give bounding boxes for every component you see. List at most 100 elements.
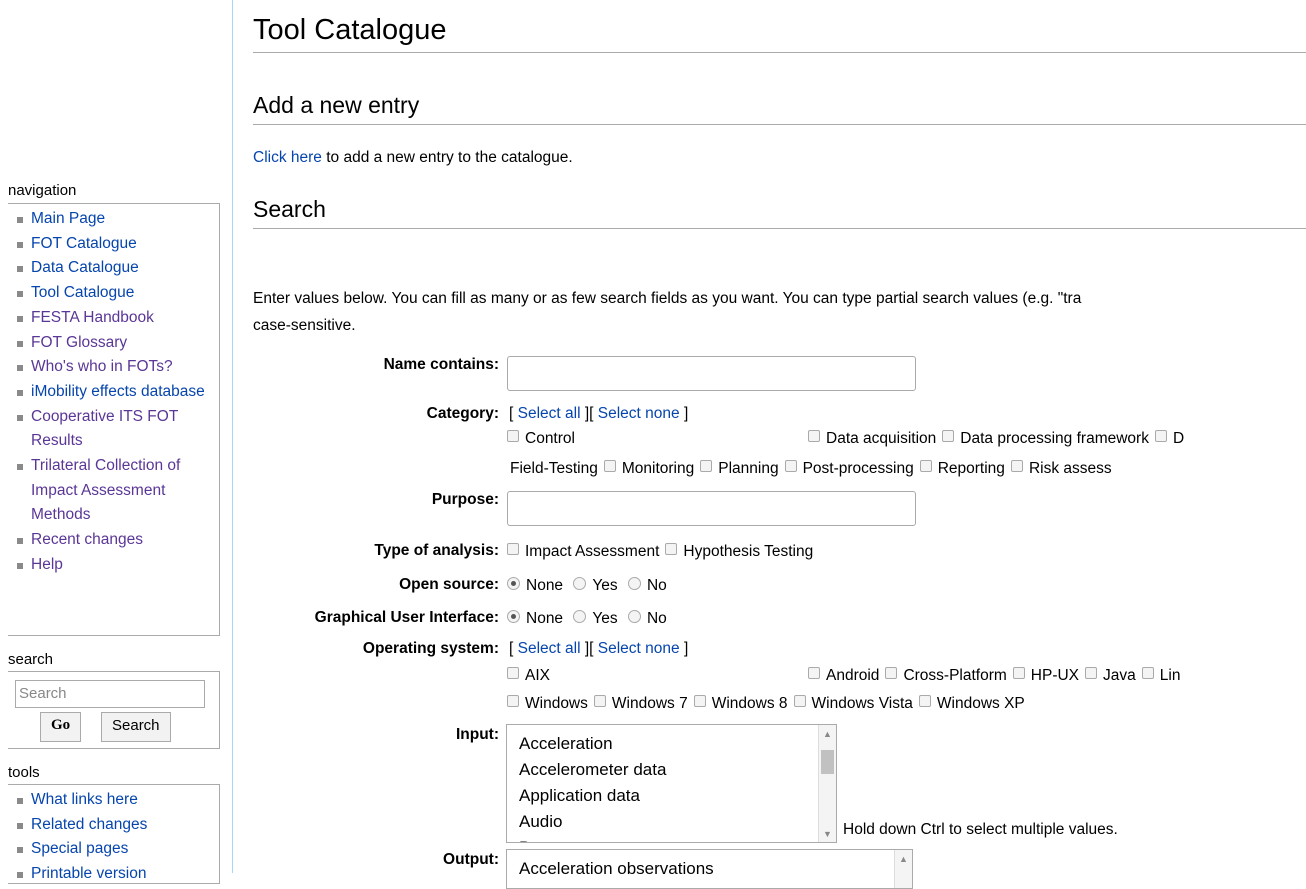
os-lin-checkbox[interactable] [1141,666,1154,679]
os-android-checkbox[interactable] [808,666,820,679]
go-button[interactable]: Go [40,712,82,742]
category-select-all[interactable]: Select all [518,405,581,422]
search-title: search [8,651,54,668]
page-title: Tool Catalogue [253,14,447,46]
nav-whos-who[interactable]: Who's who in FOTs? [17,355,219,380]
open-source-no-radio[interactable] [627,577,641,591]
os-lin-label: Lin [1159,667,1181,684]
search-heading: Search [253,196,326,222]
tools-related-changes[interactable]: Related changes [17,813,219,838]
category-select-none[interactable]: Select none [598,405,680,422]
name-contains-label: Name contains: [383,356,499,373]
input-option[interactable]: Acceleration [519,731,836,757]
os-android-label: Android [826,667,880,684]
purpose-label: Purpose: [431,491,499,508]
nav-help[interactable]: Help [17,553,219,578]
analysis-hypothesis-checkbox[interactable] [665,542,678,555]
output-scroll-up-icon[interactable]: ▲ [899,854,908,864]
add-entry-rest: to add a new entry to the catalogue. [321,149,573,166]
open-source-no-label: No [646,577,667,594]
os-select-none[interactable]: Select none [598,640,680,657]
gui-yes-label: Yes [592,610,618,627]
scroll-up-icon[interactable]: ▲ [823,729,832,739]
input-option[interactable]: Audio [519,809,836,835]
output-scrollbar[interactable]: ▲ [894,850,912,888]
os-cross-platform-checkbox[interactable] [885,666,898,679]
nav-fot-catalogue[interactable]: FOT Catalogue [17,232,219,257]
category-row1-right: Data acquisition Data processing framewor… [804,429,1186,448]
input-option[interactable]: Accelerometer data [519,757,836,783]
os-windows-vista-checkbox[interactable] [793,694,806,707]
scroll-down-icon[interactable]: ▼ [823,829,832,839]
os-windows8-checkbox[interactable] [693,694,706,707]
open-source-yes-radio[interactable] [573,577,587,591]
input-scroll-thumb[interactable] [821,750,834,774]
open-source-options: None Yes No [503,577,669,595]
os-hpux-label: HP-UX [1030,667,1080,684]
category-monitoring-checkbox[interactable] [603,459,616,472]
category-data-acquisition-label: Data acquisition [826,430,937,447]
category-data-acquisition-checkbox[interactable] [808,429,820,442]
category-reporting-checkbox[interactable] [919,459,932,472]
sidebar-search-input[interactable]: Search [15,680,205,708]
input-option[interactable]: Batte [519,835,836,842]
tools-printable-version[interactable]: Printable version [17,862,219,887]
category-d-checkbox[interactable] [1154,429,1167,442]
category-monitoring-label: Monitoring [621,460,695,477]
category-label: Category: [426,405,499,422]
os-java-checkbox[interactable] [1085,666,1098,679]
output-listbox[interactable]: Acceleration observations ▲ [506,849,913,889]
input-scrollbar[interactable]: ▲ ▼ [818,725,836,842]
add-entry-heading: Add a new entry [253,92,420,118]
nav-cooperative-its[interactable]: Cooperative ITS FOT Results [17,405,219,454]
tools-title: tools [8,764,40,781]
gui-no-radio[interactable] [627,610,641,624]
category-reporting-label: Reporting [937,460,1005,477]
gui-none-radio[interactable] [507,610,520,624]
nav-tool-catalogue[interactable]: Tool Catalogue [17,281,219,306]
analysis-impact-label: Impact Assessment [525,543,660,560]
nav-trilateral-collection[interactable]: Trilateral Collection of Impact Assessme… [17,454,219,528]
analysis-impact-checkbox[interactable] [507,542,519,555]
analysis-hypothesis-label: Hypothesis Testing [683,543,814,560]
os-windows-xp-checkbox[interactable] [918,694,931,707]
navigation-portlet: Main Page FOT Catalogue Data Catalogue T… [8,203,220,636]
input-option[interactable]: Application data [519,783,836,809]
gui-yes-radio[interactable] [573,610,587,624]
click-here-link[interactable]: Click here [253,149,322,166]
nav-festa-handbook[interactable]: FESTA Handbook [17,306,219,331]
output-option[interactable]: Acceleration observations [519,856,912,882]
name-contains-input[interactable] [507,356,916,391]
os-windows7-checkbox[interactable] [593,694,606,707]
nav-fot-glossary[interactable]: FOT Glossary [17,331,219,356]
category-planning-checkbox[interactable] [700,459,713,472]
title-rule [253,52,1306,53]
tools-special-pages[interactable]: Special pages [17,837,219,862]
category-risk-label: Risk assess [1028,460,1112,477]
category-post-processing-checkbox[interactable] [784,459,797,472]
nav-imobility-effects[interactable]: iMobility effects database [17,380,219,405]
nav-recent-changes[interactable]: Recent changes [17,528,219,553]
tools-what-links-here[interactable]: What links here [17,788,219,813]
os-hpux-checkbox[interactable] [1012,666,1025,679]
nav-data-catalogue[interactable]: Data Catalogue [17,256,219,281]
category-data-processing-checkbox[interactable] [942,429,955,442]
category-row1-left: Control [503,429,577,448]
search-rule [253,228,1306,229]
category-risk-checkbox[interactable] [1010,459,1023,472]
os-select-all[interactable]: Select all [518,640,581,657]
category-row2: Field-Testing Monitoring Planning Post-proc… [510,459,1114,478]
os-aix-checkbox[interactable] [507,666,519,679]
input-listbox[interactable]: Acceleration Accelerometer data Applicat… [506,724,837,843]
search-button[interactable]: Search [101,712,171,742]
category-control-checkbox[interactable] [507,429,519,442]
nav-main-page[interactable]: Main Page [17,207,219,232]
gui-label: Graphical User Interface: [314,609,499,626]
open-source-none-radio[interactable] [507,577,520,591]
category-post-processing-label: Post-processing [802,460,914,477]
os-windows-checkbox[interactable] [507,694,519,707]
os-cross-platform-label: Cross-Platform [903,667,1007,684]
analysis-label: Type of analysis: [374,542,499,559]
purpose-input[interactable] [507,491,916,526]
os-windows7-label: Windows 7 [611,695,688,712]
